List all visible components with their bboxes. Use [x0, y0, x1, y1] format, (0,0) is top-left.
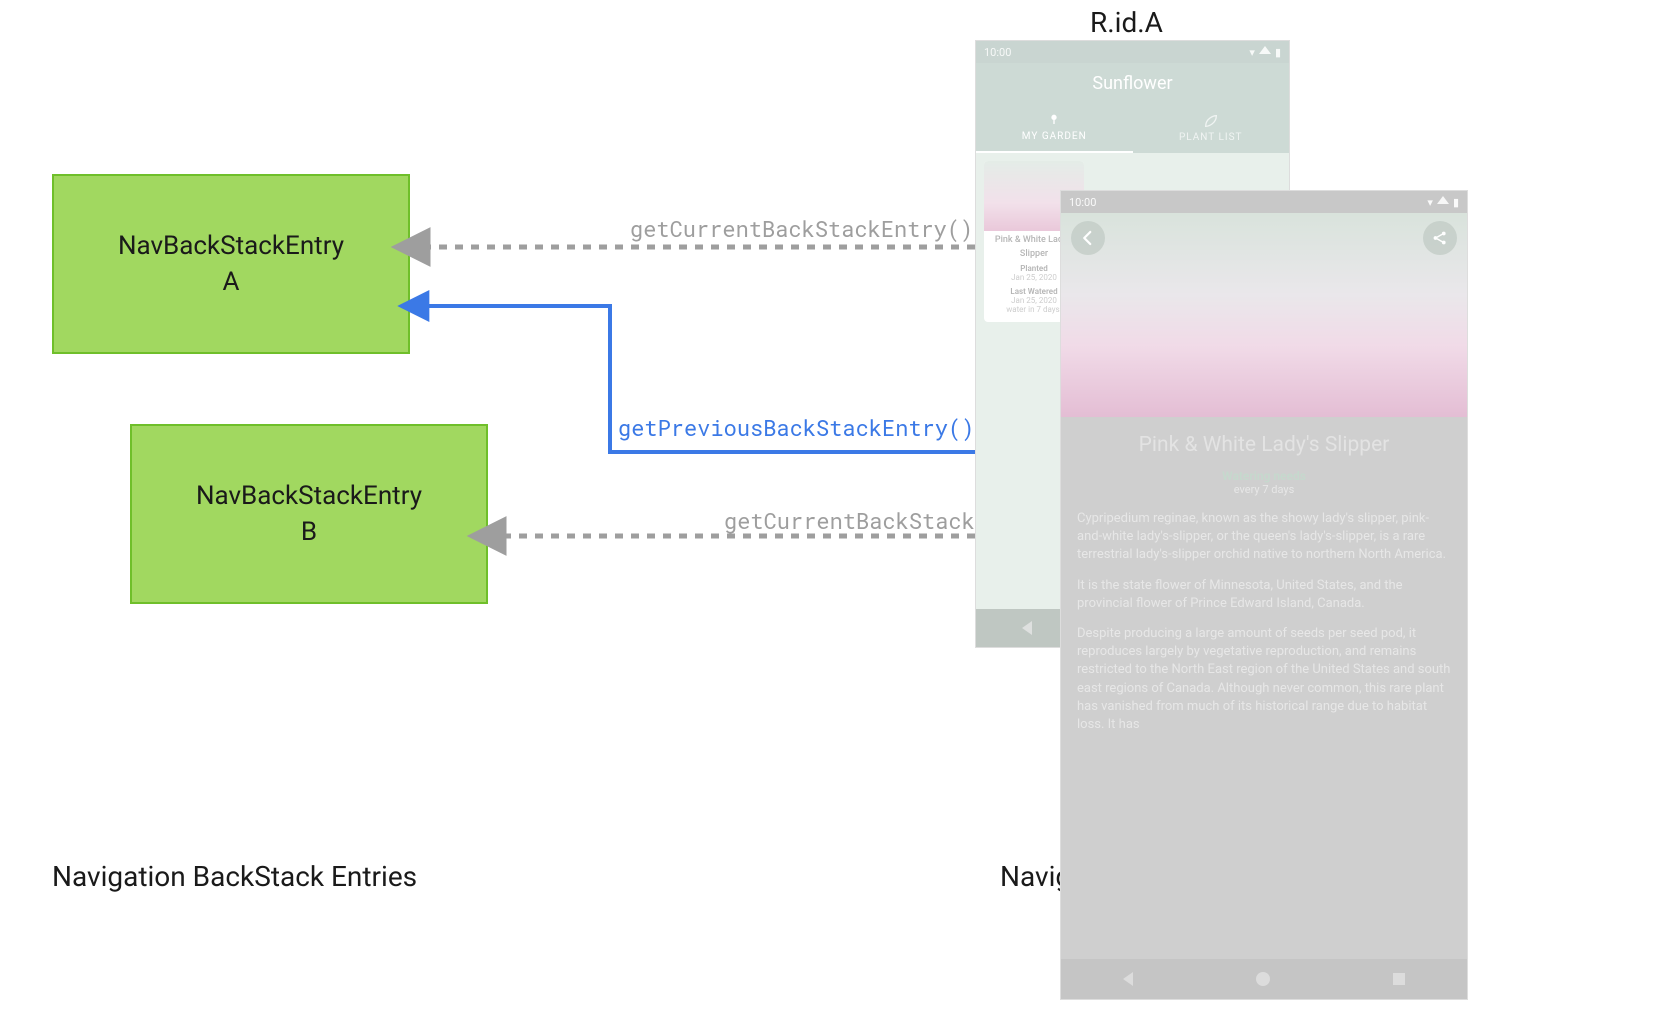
statusbar: 10:00 ▾ ▮ [1061, 191, 1467, 213]
nav-back-icon[interactable] [1123, 972, 1133, 986]
desc-p2: It is the state flower of Minnesota, Uni… [1077, 577, 1451, 613]
entry-a-line2: A [223, 264, 240, 300]
tab-plants-label: PLANT LIST [1179, 132, 1243, 143]
desc-p1: Cypripedium reginae, known as the showy … [1077, 510, 1451, 565]
signal-icon [1437, 196, 1449, 204]
signal-icon [1259, 46, 1271, 54]
statusbar: 10:00 ▾ ▮ [976, 41, 1289, 63]
nav-back-icon[interactable] [1022, 621, 1032, 635]
tab-garden-label: MY GARDEN [1022, 131, 1087, 142]
phone-b-screen: 10:00 ▾ ▮ Pink & White Lady's Slipper Wa… [1060, 190, 1468, 1000]
status-icons: ▾ ▮ [1427, 196, 1459, 209]
method-previous: getPreviousBackStackEntry() [618, 413, 974, 442]
flower-icon [1046, 112, 1062, 128]
watering-label: Watering needs [1077, 469, 1451, 483]
arrow-left-icon [1079, 229, 1097, 247]
entry-a-line1: NavBackStackEntry [118, 228, 344, 264]
battery-icon: ▮ [1275, 46, 1281, 59]
watering-value: every 7 days [1077, 483, 1451, 496]
section-entries-label: Navigation BackStack Entries [52, 860, 417, 893]
tab-my-garden[interactable]: MY GARDEN [976, 103, 1133, 153]
app-title: Sunflower [976, 63, 1289, 103]
status-icons: ▾ ▮ [1249, 46, 1281, 59]
wifi-icon: ▾ [1427, 196, 1433, 209]
status-time: 10:00 [984, 46, 1011, 59]
nav-home-icon[interactable] [1256, 972, 1270, 986]
back-button[interactable] [1071, 221, 1105, 255]
tab-plant-list[interactable]: PLANT LIST [1133, 103, 1290, 153]
nav-backstack-entry-b-box: NavBackStackEntry B [130, 424, 488, 604]
wifi-icon: ▾ [1249, 46, 1255, 59]
desc-p3: Despite producing a large amount of seed… [1077, 625, 1451, 734]
system-navbar [1061, 959, 1467, 999]
method-current-a: getCurrentBackStackEntry() [630, 214, 973, 243]
detail-panel: Pink & White Lady's Slipper Watering nee… [1061, 417, 1467, 967]
share-button[interactable] [1423, 221, 1457, 255]
status-time: 10:00 [1069, 196, 1096, 209]
nav-recents-icon[interactable] [1393, 973, 1405, 985]
entry-b-line1: NavBackStackEntry [196, 478, 422, 514]
rid-a-label: R.id.A [1090, 6, 1163, 39]
leaf-icon [1203, 113, 1219, 129]
hero-image [1061, 213, 1467, 417]
tabbar: MY GARDEN PLANT LIST [976, 103, 1289, 153]
battery-icon: ▮ [1453, 196, 1459, 209]
plant-title: Pink & White Lady's Slipper [1077, 433, 1451, 457]
nav-backstack-entry-a-box: NavBackStackEntry A [52, 174, 410, 354]
entry-b-line2: B [301, 514, 317, 550]
share-icon [1431, 229, 1449, 247]
